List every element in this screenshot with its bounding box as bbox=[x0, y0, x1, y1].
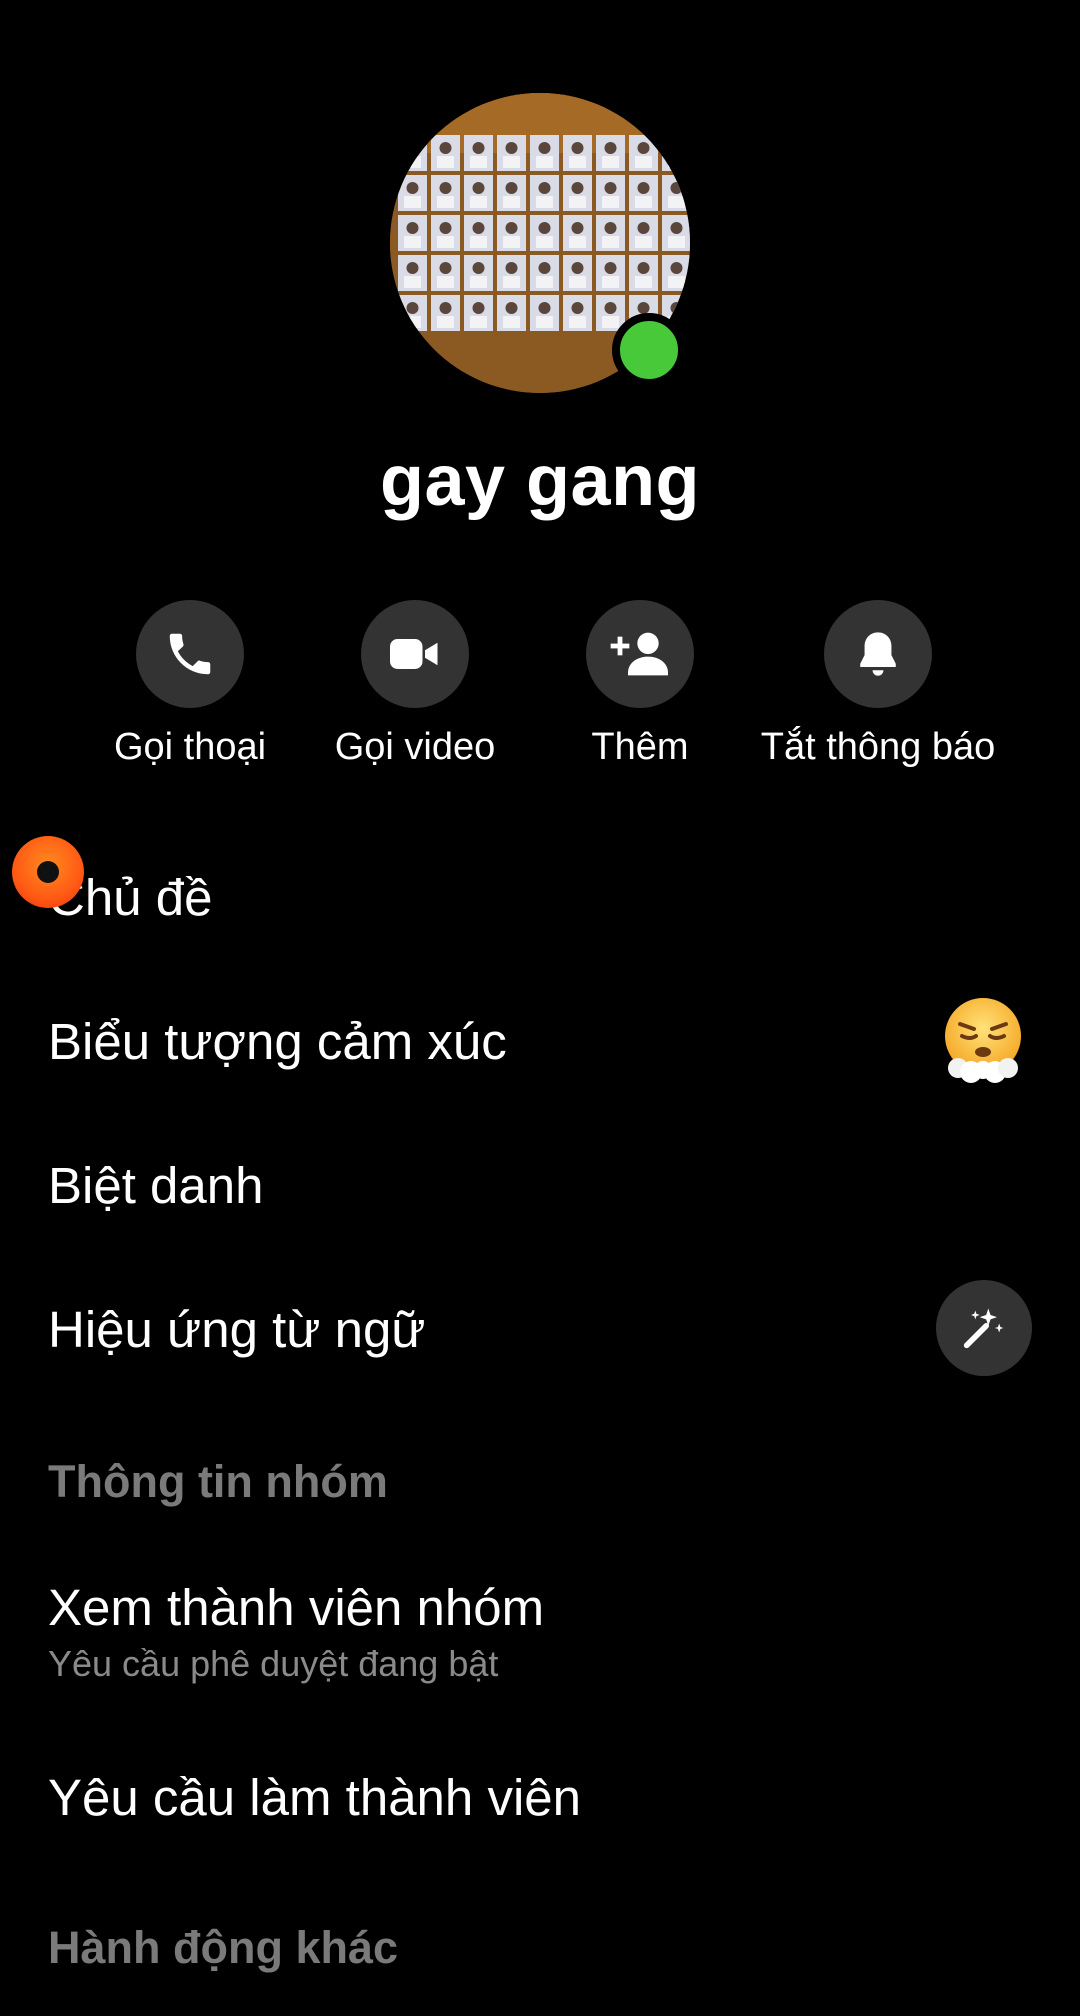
view-members-row[interactable]: Xem thành viên nhóm Yêu cầu phê duyệt đa… bbox=[48, 1578, 1032, 1685]
online-status-indicator bbox=[612, 313, 686, 387]
nicknames-row[interactable]: Biệt danh bbox=[48, 1156, 1032, 1215]
approval-status-text: Yêu cầu phê duyệt đang bật bbox=[48, 1643, 499, 1684]
phone-icon bbox=[136, 600, 244, 708]
video-call-label: Gọi video bbox=[334, 726, 496, 768]
theme-label: Chủ đề bbox=[48, 869, 213, 926]
word-effects-row[interactable]: Hiệu ứng từ ngữ bbox=[48, 1300, 1032, 1359]
video-call-button[interactable]: Gọi video bbox=[295, 600, 535, 769]
nicknames-label: Biệt danh bbox=[48, 1157, 264, 1214]
theme-row[interactable]: Chủ đề bbox=[48, 868, 1032, 927]
quick-reaction-emoji-icon[interactable] bbox=[938, 994, 1028, 1084]
touch-indicator bbox=[12, 836, 84, 908]
word-effects-label: Hiệu ứng từ ngữ bbox=[48, 1301, 426, 1358]
touch-indicator-center bbox=[37, 861, 59, 883]
mute-notifications-label: Tắt thông báo bbox=[760, 726, 996, 768]
magic-wand-icon[interactable] bbox=[936, 1280, 1032, 1376]
emoji-label: Biểu tượng cảm xúc bbox=[48, 1013, 507, 1070]
add-person-icon bbox=[586, 600, 694, 708]
group-info-header: Thông tin nhóm bbox=[48, 1456, 388, 1507]
voice-call-label: Gọi thoại bbox=[113, 726, 267, 768]
bell-icon bbox=[824, 600, 932, 708]
add-member-button[interactable]: Thêm bbox=[520, 600, 760, 769]
membership-requests-label: Yêu cầu làm thành viên bbox=[48, 1769, 582, 1826]
video-camera-icon bbox=[361, 600, 469, 708]
add-member-label: Thêm bbox=[591, 726, 689, 768]
other-actions-header: Hành động khác bbox=[48, 1922, 399, 1973]
mute-notifications-button[interactable]: Tắt thông báo bbox=[758, 600, 998, 769]
voice-call-button[interactable]: Gọi thoại bbox=[70, 600, 310, 769]
view-members-label: Xem thành viên nhóm bbox=[48, 1579, 545, 1636]
membership-requests-row[interactable]: Yêu cầu làm thành viên bbox=[48, 1768, 1032, 1827]
group-avatar[interactable] bbox=[390, 93, 690, 393]
group-name: gay gang bbox=[379, 441, 701, 521]
emoji-row[interactable]: Biểu tượng cảm xúc bbox=[48, 1012, 1032, 1071]
